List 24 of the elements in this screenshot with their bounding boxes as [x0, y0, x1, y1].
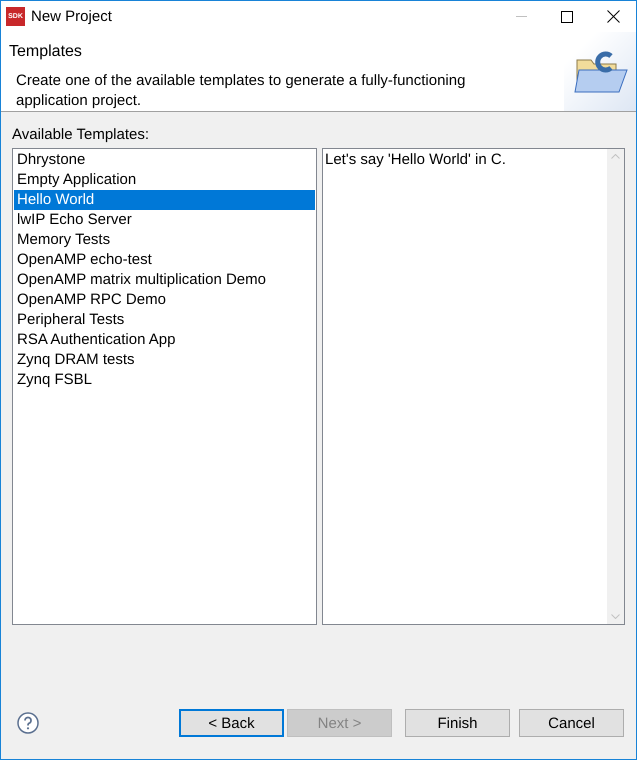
- template-item[interactable]: Hello World: [14, 190, 315, 210]
- help-icon[interactable]: [17, 712, 39, 734]
- template-item[interactable]: Memory Tests: [14, 230, 315, 250]
- cancel-button[interactable]: Cancel: [519, 709, 624, 737]
- template-item[interactable]: OpenAMP echo-test: [14, 250, 315, 270]
- window-title: New Project: [31, 8, 113, 25]
- template-item[interactable]: Zynq DRAM tests: [14, 350, 315, 370]
- template-description: Let's say 'Hello World' in C.: [324, 150, 507, 170]
- template-item[interactable]: Zynq FSBL: [14, 370, 315, 390]
- back-button[interactable]: < Back: [179, 709, 284, 737]
- template-item[interactable]: Empty Application: [14, 170, 315, 190]
- page-title: Templates: [9, 43, 83, 61]
- template-item[interactable]: RSA Authentication App: [14, 330, 315, 350]
- finish-button[interactable]: Finish: [405, 709, 510, 737]
- template-item[interactable]: OpenAMP matrix multiplication Demo: [14, 270, 315, 290]
- minimize-icon: [516, 16, 526, 17]
- close-icon[interactable]: [606, 10, 620, 23]
- page-description: Create one of the available templates to generate a fully-functioning application project.: [16, 71, 466, 111]
- maximize-icon[interactable]: [561, 10, 573, 22]
- template-item[interactable]: OpenAMP RPC Demo: [14, 290, 315, 310]
- template-item[interactable]: Dhrystone: [14, 150, 315, 170]
- template-item[interactable]: lwIP Echo Server: [14, 210, 315, 230]
- templates-label: Available Templates:: [12, 126, 150, 143]
- template-item[interactable]: Peripheral Tests: [14, 310, 315, 330]
